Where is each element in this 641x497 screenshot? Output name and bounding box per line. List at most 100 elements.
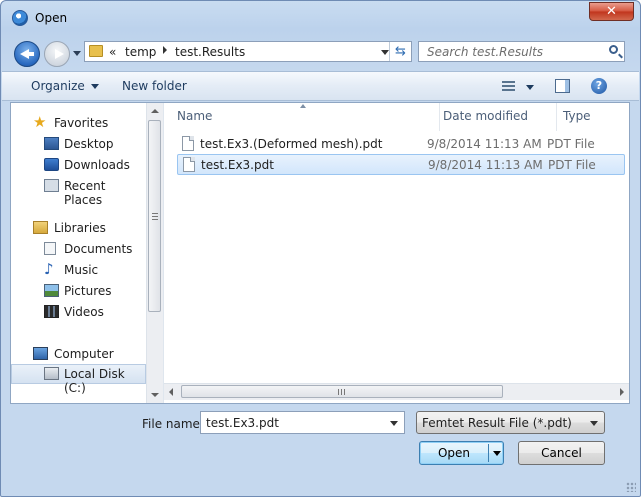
file-list: Name Date modified Type test.Ex3.(Deform… <box>164 103 629 403</box>
view-details-icon[interactable] <box>502 81 515 92</box>
nav-item-libraries[interactable]: Libraries <box>11 218 146 238</box>
file-date: 9/8/2014 11:13 AM <box>427 137 542 151</box>
column-header-type[interactable]: Type <box>563 103 623 133</box>
nav-item-label: Libraries <box>54 221 106 235</box>
globe-app-icon <box>12 10 28 26</box>
star-icon: ★ <box>33 113 47 131</box>
file-name: test.Ex3.pdt <box>201 158 274 172</box>
forward-button[interactable] <box>44 41 70 67</box>
nav-item-label: Local Disk (C:) <box>64 367 125 395</box>
column-header-label: Name <box>177 109 213 123</box>
music-icon: ♪ <box>44 260 54 278</box>
file-row-selected[interactable]: test.Ex3.pdt 9/8/2014 11:13 AM PDT File <box>177 154 625 175</box>
nav-scrollbar[interactable] <box>146 103 163 403</box>
nav-item-label: Desktop <box>64 137 114 151</box>
nav-item-label: Music <box>64 263 99 277</box>
open-button-label: Open <box>437 446 471 460</box>
desktop-icon <box>44 137 59 150</box>
file-list-hscrollbar[interactable] <box>164 383 629 400</box>
hscroll-thumb[interactable] <box>181 385 503 398</box>
search-box[interactable]: Search test.Results <box>418 41 625 62</box>
search-icon[interactable] <box>609 45 618 54</box>
window-title: Open <box>35 11 68 25</box>
cancel-button[interactable]: Cancel <box>518 441 605 465</box>
resize-grip-icon[interactable] <box>626 482 636 492</box>
recent-locations-dropdown[interactable] <box>73 51 81 56</box>
file-type-select[interactable]: Femtet Result File (*.pdt) <box>416 411 605 434</box>
nav-item-local-disk[interactable]: Local Disk (C:) <box>11 364 146 395</box>
column-header-date[interactable]: Date modified <box>443 103 553 133</box>
file-type-value: Femtet Result File (*.pdt) <box>422 416 572 430</box>
nav-item-recent-places[interactable]: Recent Places <box>11 176 146 207</box>
nav-item-favorites[interactable]: ★ Favorites <box>11 113 146 133</box>
help-icon[interactable]: ? <box>591 78 607 94</box>
nav-scroll-thumb[interactable] <box>148 120 161 312</box>
documents-icon <box>44 242 56 255</box>
nav-item-music[interactable]: ♪ Music <box>11 260 146 280</box>
computer-icon <box>33 347 48 360</box>
chevron-right-icon[interactable] <box>163 46 167 54</box>
breadcrumb-test-results[interactable]: test.Results <box>175 45 245 59</box>
open-file-dialog: Open ✕ « temp test.Results ⇆ Search test… <box>0 0 641 497</box>
split-divider <box>488 444 489 462</box>
breadcrumb-overflow[interactable]: « <box>109 45 116 59</box>
recent-places-icon <box>44 179 59 192</box>
nav-item-label: Documents <box>64 242 133 256</box>
close-button[interactable]: ✕ <box>589 2 634 21</box>
navigation-pane: ★ Favorites Desktop Downloads Recent Pla… <box>11 103 159 403</box>
file-date: 9/8/2014 11:13 AM <box>428 158 543 172</box>
nav-item-videos[interactable]: Videos <box>11 302 146 322</box>
folder-icon <box>89 45 103 57</box>
nav-item-downloads[interactable]: Downloads <box>11 155 146 175</box>
chevron-down-icon <box>590 421 598 426</box>
downloads-icon <box>44 158 59 171</box>
open-button[interactable]: Open <box>419 441 504 465</box>
scroll-down-icon[interactable] <box>151 393 159 397</box>
grip-icon <box>338 389 345 395</box>
address-dropdown-icon[interactable] <box>381 50 389 55</box>
preview-pane-icon[interactable] <box>555 79 570 93</box>
address-bar[interactable]: « temp test.Results ⇆ <box>84 41 412 62</box>
command-bar: Organize New folder ? <box>2 71 639 101</box>
nav-item-label: Computer <box>54 347 114 361</box>
file-name: test.Ex3.(Deformed mesh).pdt <box>200 137 383 151</box>
nav-item-label: Pictures <box>64 284 112 298</box>
nav-item-label: Downloads <box>64 158 130 172</box>
scroll-up-icon[interactable] <box>151 109 159 113</box>
nav-item-documents[interactable]: Documents <box>11 239 146 259</box>
nav-item-label: Favorites <box>54 116 109 130</box>
videos-icon <box>44 305 59 318</box>
browser-area: ★ Favorites Desktop Downloads Recent Pla… <box>10 102 630 404</box>
title-bar[interactable]: Open ✕ <box>1 1 640 31</box>
file-name-value[interactable]: test.Ex3.pdt <box>206 416 279 430</box>
file-name-combobox[interactable]: test.Ex3.pdt <box>200 411 405 434</box>
column-header-label: Type <box>563 109 591 123</box>
organize-button[interactable]: Organize <box>31 79 99 93</box>
chevron-down-icon[interactable] <box>390 421 398 426</box>
view-dropdown-icon[interactable] <box>526 85 534 90</box>
chevron-down-icon <box>90 84 99 89</box>
back-button[interactable] <box>14 41 40 67</box>
search-placeholder: Search test.Results <box>427 45 544 59</box>
scroll-left-icon[interactable] <box>169 388 173 396</box>
pdt-file-icon <box>183 157 195 172</box>
new-folder-button[interactable]: New folder <box>122 79 187 93</box>
column-divider[interactable] <box>556 103 557 131</box>
pictures-icon <box>44 284 59 297</box>
nav-item-computer[interactable]: Computer <box>11 344 146 364</box>
nav-item-desktop[interactable]: Desktop <box>11 134 146 154</box>
file-row[interactable]: test.Ex3.(Deformed mesh).pdt 9/8/2014 11… <box>177 134 625 155</box>
column-divider[interactable] <box>439 103 440 131</box>
scroll-right-icon[interactable] <box>620 388 624 396</box>
cancel-button-label: Cancel <box>541 446 582 460</box>
column-header-name[interactable]: Name <box>177 103 427 133</box>
breadcrumb-temp[interactable]: temp <box>125 45 156 59</box>
refresh-icon[interactable]: ⇆ <box>389 42 411 61</box>
open-options-dropdown-icon[interactable] <box>493 451 501 456</box>
file-type: PDT File <box>547 137 595 151</box>
file-name-label: File name: <box>142 417 204 431</box>
close-icon: ✕ <box>606 4 617 19</box>
file-type: PDT File <box>548 158 596 172</box>
nav-item-pictures[interactable]: Pictures <box>11 281 146 301</box>
column-header-label: Date modified <box>443 109 529 123</box>
